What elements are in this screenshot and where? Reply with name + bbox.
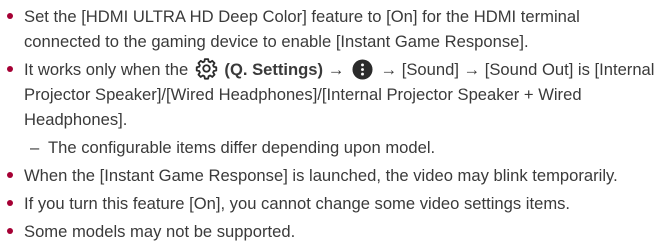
sub-note: – The configurable items differ dependin… [0,135,655,160]
note-item: Set the [HDMI ULTRA HD Deep Color] featu… [0,4,655,54]
note-item: It works only when the (Q. Settings) → →… [0,57,655,132]
settings-menu-label: (Q. Settings) [224,60,324,79]
note-text-prefix: It works only when the [24,60,189,79]
dash-marker: – [30,138,40,157]
note-item: Some models may not be supported. [0,219,655,244]
note-text: When the [Instant Game Response] is laun… [24,166,618,185]
more-options-icon [352,59,373,80]
note-item: If you turn this feature [On], you canno… [0,191,655,216]
note-text: If you turn this feature [On], you canno… [24,194,571,213]
arrow-separator: → [327,60,345,79]
note-text: Set the [HDMI ULTRA HD Deep Color] featu… [24,7,580,51]
settings-notes: Set the [HDMI ULTRA HD Deep Color] featu… [0,4,655,247]
bullet-icon [7,66,13,72]
note-text: Some models may not be supported. [24,222,296,241]
gear-icon [195,58,217,80]
bullet-icon [7,172,13,178]
bullet-icon [7,200,13,206]
note-item: When the [Instant Game Response] is laun… [0,163,655,188]
bullet-icon [7,13,13,19]
sub-note-text: The configurable items differ depending … [48,138,436,157]
bullet-icon [7,228,13,234]
